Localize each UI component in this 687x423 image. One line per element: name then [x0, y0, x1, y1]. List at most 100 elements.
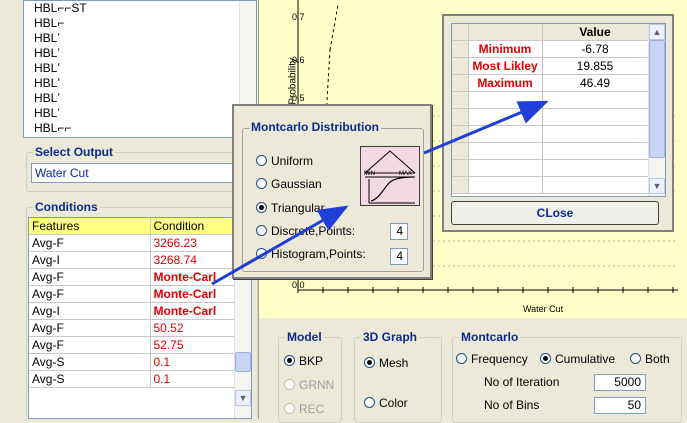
value-cell[interactable]: -6.78 [542, 40, 649, 58]
radio-frequency[interactable] [456, 353, 467, 364]
condition-cell[interactable]: 0.1 [150, 353, 235, 371]
radio-color[interactable] [364, 397, 375, 408]
value-cell[interactable] [542, 125, 649, 143]
dist-option-triangular[interactable]: Triangular [256, 201, 325, 215]
feature-cell[interactable]: Avg-S [29, 370, 151, 388]
radio-grnn[interactable] [284, 379, 295, 390]
conditions-scroll-thumb[interactable] [235, 352, 251, 372]
table-row[interactable] [452, 125, 649, 143]
conditions-scroll-down-button[interactable]: ▼ [235, 390, 251, 406]
value-cell[interactable] [542, 91, 649, 109]
table-row[interactable]: Avg-S 0.1 [29, 370, 235, 388]
output-listbox[interactable]: HBL⌐⌐ST HBL⌐ HBLʼ HBLʼ HBLʼ HBLʼ HBLʼ HBLʼ HBL⌐⌐ [23, 0, 257, 138]
value-label-cell[interactable]: Maximum [468, 74, 543, 92]
feature-cell[interactable]: Avg-I [29, 251, 151, 269]
feature-cell[interactable]: Avg-S [29, 353, 151, 371]
condition-cell[interactable]: Monte-Carl [150, 302, 235, 320]
table-row[interactable]: Avg-F 3266.23 [29, 234, 235, 252]
radio-cumulative[interactable] [540, 353, 551, 364]
output-list-item[interactable]: HBL⌐⌐ [34, 121, 234, 136]
radio-discrete[interactable] [256, 225, 267, 236]
value-cell[interactable]: 46.49 [542, 74, 649, 92]
feature-cell[interactable]: Avg-F [29, 285, 151, 303]
condition-cell[interactable]: 0.1 [150, 370, 235, 388]
output-list-item[interactable]: HBL⌐ [34, 16, 234, 31]
discrete-points-input[interactable]: 4 [390, 223, 408, 240]
conditions-table[interactable]: Features Condition Avg-F 3266.23 Avg-I 3268… [28, 217, 252, 419]
condition-cell[interactable]: Monte-Carl [150, 285, 235, 303]
value-cell[interactable]: 19.855 [542, 57, 649, 75]
table-row[interactable] [452, 108, 649, 126]
value-cell[interactable] [542, 108, 649, 126]
row-selector[interactable] [452, 74, 469, 92]
output-list-item[interactable]: HBLʼ [34, 46, 234, 61]
value-cell[interactable] [542, 159, 649, 177]
condition-cell[interactable]: 50.52 [150, 319, 235, 337]
value-label-cell[interactable] [468, 159, 543, 177]
output-list-item[interactable]: HBL⌐⌐ST [34, 1, 234, 16]
feature-cell[interactable]: Avg-I [29, 302, 151, 320]
row-selector[interactable] [452, 91, 469, 109]
output-list-item[interactable]: HBLʼ [34, 76, 234, 91]
table-row[interactable]: Avg-S 0.1 [29, 353, 235, 371]
dist-option-gaussian[interactable]: Gaussian [256, 177, 322, 191]
table-row[interactable]: Avg-F 52.75 [29, 336, 235, 354]
table-row[interactable]: Maximum 46.49 [452, 74, 649, 92]
row-selector[interactable] [452, 57, 469, 75]
output-list-item[interactable]: HBLʼ [34, 61, 234, 76]
table-row[interactable]: Avg-F 50.52 [29, 319, 235, 337]
table-row[interactable]: Minimum -6.78 [452, 40, 649, 58]
value-label-cell[interactable]: Most Likley [468, 57, 543, 75]
mc-option-frequency[interactable]: Frequency [456, 352, 528, 366]
radio-mesh[interactable] [364, 357, 375, 368]
output-list-item[interactable]: HBLʼ [34, 91, 234, 106]
mc-option-cumulative[interactable]: Cumulative [540, 352, 615, 366]
iterations-input[interactable]: 5000 [594, 374, 646, 391]
radio-both[interactable] [630, 353, 641, 364]
table-row[interactable]: Avg-F Monte-Carl [29, 285, 235, 303]
close-button[interactable]: CLose [451, 201, 659, 225]
radio-histogram[interactable] [256, 248, 267, 259]
row-selector[interactable] [452, 125, 469, 143]
histogram-points-input[interactable]: 4 [390, 248, 408, 265]
table-row[interactable]: Avg-I Monte-Carl [29, 302, 235, 320]
value-scrollbar[interactable]: ▲ ▼ [648, 24, 665, 196]
bins-input[interactable]: 50 [594, 397, 646, 414]
value-label-cell[interactable] [468, 176, 543, 194]
output-list-item[interactable]: HBLʼ [34, 106, 234, 121]
condition-cell[interactable]: 3266.23 [150, 234, 235, 252]
radio-bkp[interactable] [284, 355, 295, 366]
table-row[interactable] [452, 159, 649, 177]
value-label-cell[interactable] [468, 91, 543, 109]
select-output-dropdown[interactable]: Water Cut [31, 163, 251, 183]
feature-cell[interactable]: Avg-F [29, 336, 151, 354]
radio-triangular[interactable] [256, 202, 267, 213]
mc-option-both[interactable]: Both [630, 352, 670, 366]
feature-cell[interactable]: Avg-F [29, 319, 151, 337]
table-row[interactable] [452, 91, 649, 109]
row-selector[interactable] [452, 40, 469, 58]
value-label-cell[interactable] [468, 108, 543, 126]
row-selector[interactable] [452, 142, 469, 160]
feature-cell[interactable]: Avg-F [29, 268, 151, 286]
value-label-cell[interactable]: Minimum [468, 40, 543, 58]
dist-option-uniform[interactable]: Uniform [256, 154, 313, 168]
table-row[interactable] [452, 176, 649, 194]
table-row[interactable] [452, 142, 649, 160]
feature-cell[interactable]: Avg-F [29, 234, 151, 252]
value-label-cell[interactable] [468, 142, 543, 160]
graph3d-option-mesh[interactable]: Mesh [364, 356, 408, 370]
col-header-features[interactable]: Features [29, 218, 151, 235]
col-header-condition[interactable]: Condition [150, 218, 235, 235]
value-cell[interactable] [542, 142, 649, 160]
value-scroll-down-button[interactable]: ▼ [649, 178, 665, 194]
value-scroll-thumb[interactable] [649, 40, 665, 158]
dist-option-discrete[interactable]: Discrete,Points: [256, 224, 355, 238]
row-selector[interactable] [452, 108, 469, 126]
row-selector[interactable] [452, 176, 469, 194]
output-list-item[interactable]: HBLʼ [34, 31, 234, 46]
table-row[interactable]: Avg-I 3268.74 [29, 251, 235, 269]
model-option-bkp[interactable]: BKP [284, 354, 323, 368]
row-selector[interactable] [452, 159, 469, 177]
condition-cell[interactable]: 3268.74 [150, 251, 235, 269]
